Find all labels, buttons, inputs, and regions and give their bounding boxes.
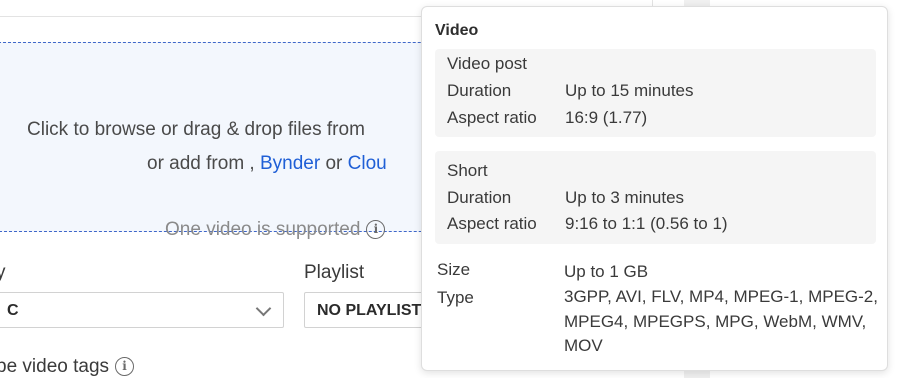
chevron-down-icon <box>255 300 272 317</box>
video-tags-label-text: pe video tags <box>0 356 110 377</box>
short-aspect-value: 9:16 to 1:1 (0.56 to 1) <box>565 214 728 233</box>
size-label: Size <box>437 260 471 279</box>
bynder-link[interactable]: Bynder <box>260 153 320 174</box>
video-specs-tooltip: Video Video post Duration Up to 15 minut… <box>421 6 888 371</box>
visibility-select-value: C <box>7 302 19 319</box>
upload-instructions: Click to browse or drag & drop files fro… <box>27 119 365 140</box>
upload-hint-text: One video is supported <box>165 219 361 240</box>
video-post-duration-value: Up to 15 minutes <box>565 81 694 100</box>
cloud-link[interactable]: Clou <box>348 153 387 174</box>
visibility-label: y <box>0 262 6 283</box>
info-circle-icon[interactable]: i <box>366 220 386 239</box>
video-post-aspect-label: Aspect ratio <box>447 108 537 127</box>
type-label: Type <box>437 288 474 307</box>
video-post-title: Video post <box>447 54 528 73</box>
short-duration-value: Up to 3 minutes <box>565 188 685 207</box>
size-value: Up to 1 GB <box>564 262 649 281</box>
type-value: 3GPP, AVI, FLV, MP4, MPEG-1, MPEG-2, MPE… <box>564 287 878 355</box>
short-aspect-label: Aspect ratio <box>447 214 537 233</box>
upload-sources: or add from , Bynder or Clou <box>147 153 387 175</box>
video-post-card: Video post Duration Up to 15 minutes Asp… <box>435 49 876 137</box>
short-card: Short Duration Up to 3 minutes Aspect ra… <box>435 151 876 244</box>
info-circle-icon[interactable]: i <box>115 357 135 376</box>
upload-sources-prefix: or add from , <box>147 153 260 174</box>
visibility-select[interactable]: C <box>0 292 284 328</box>
playlist-select-value: NO PLAYLIST <box>317 302 422 319</box>
short-duration-label: Duration <box>447 188 512 207</box>
upload-hint: One video is supported i <box>165 219 386 241</box>
playlist-label: Playlist <box>304 262 365 283</box>
upload-sources-or: or <box>320 153 348 174</box>
tooltip-title: Video <box>435 22 479 39</box>
video-post-aspect-value: 16:9 (1.77) <box>565 108 648 127</box>
short-title: Short <box>447 161 488 180</box>
video-post-duration-label: Duration <box>447 81 512 100</box>
video-tags-label: pe video tags i <box>0 356 135 378</box>
